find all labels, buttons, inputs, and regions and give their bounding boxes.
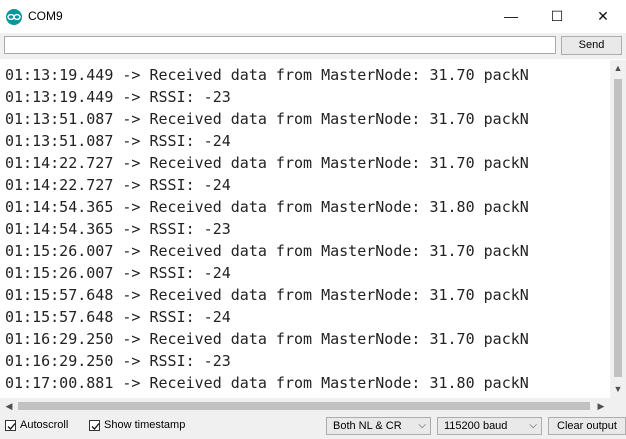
serial-output[interactable]: 01:13:19.449 -> Received data from Maste…: [0, 60, 610, 398]
scroll-up-icon[interactable]: ▲: [610, 61, 626, 75]
arduino-icon: [6, 9, 22, 25]
output-line: 01:14:54.365 -> RSSI: -23: [5, 220, 231, 238]
show-timestamp-label: Show timestamp: [104, 419, 186, 431]
scroll-left-icon[interactable]: ◀: [2, 399, 16, 413]
output-line: 01:13:51.087 -> Received data from Maste…: [5, 110, 529, 128]
maximize-icon: ☐: [550, 8, 564, 24]
horizontal-scrollbar[interactable]: ◀ ▶: [0, 398, 610, 414]
show-timestamp-checkbox[interactable]: [89, 420, 100, 431]
output-line: 01:14:22.727 -> RSSI: -24: [5, 176, 231, 194]
output-line: 01:17:00.881 -> Received data from Maste…: [5, 374, 529, 392]
checkmark-icon: [91, 423, 100, 430]
line-ending-select[interactable]: Both NL & CR ⌵: [326, 417, 431, 435]
vertical-scroll-thumb[interactable]: [614, 79, 622, 377]
output-line: 01:15:26.007 -> RSSI: -24: [5, 264, 231, 282]
send-button[interactable]: Send: [561, 36, 622, 55]
output-line: 01:14:54.365 -> Received data from Maste…: [5, 198, 529, 216]
output-line: 01:13:19.449 -> RSSI: -23: [5, 88, 231, 106]
chevron-down-icon: ⌵: [529, 420, 537, 431]
output-line: 01:15:57.648 -> Received data from Maste…: [5, 286, 529, 304]
baud-rate-select[interactable]: 115200 baud ⌵: [437, 417, 542, 435]
output-line: 01:16:29.250 -> RSSI: -23: [5, 352, 231, 370]
baud-rate-value: 115200 baud: [444, 420, 508, 432]
minimize-button[interactable]: —: [488, 0, 534, 33]
serial-input[interactable]: [4, 36, 556, 54]
maximize-button[interactable]: ☐: [534, 0, 580, 33]
autoscroll-checkbox[interactable]: [5, 420, 16, 431]
bottom-bar: Autoscroll Show timestamp Both NL & CR ⌵…: [0, 414, 626, 439]
scroll-down-icon[interactable]: ▼: [610, 382, 626, 396]
window-title: COM9: [28, 9, 63, 23]
checkmark-icon: [7, 423, 16, 430]
output-line: 01:15:57.648 -> RSSI: -24: [5, 308, 231, 326]
autoscroll-label: Autoscroll: [20, 419, 69, 431]
output-line: 01:13:19.449 -> Received data from Maste…: [5, 66, 529, 84]
scroll-right-icon[interactable]: ▶: [594, 399, 608, 413]
horizontal-scroll-thumb[interactable]: [18, 402, 590, 410]
line-ending-value: Both NL & CR: [333, 420, 402, 432]
chevron-down-icon: ⌵: [418, 420, 426, 431]
scrollbar-corner: [610, 398, 626, 414]
minimize-icon: —: [504, 8, 518, 24]
vertical-scrollbar[interactable]: ▲ ▼: [610, 60, 626, 398]
output-line: 01:15:26.007 -> Received data from Maste…: [5, 242, 529, 260]
send-row: Send: [0, 33, 626, 59]
output-line: 01:14:22.727 -> Received data from Maste…: [5, 154, 529, 172]
output-line: 01:16:29.250 -> Received data from Maste…: [5, 330, 529, 348]
close-button[interactable]: ✕: [580, 0, 626, 33]
clear-output-button[interactable]: Clear output: [548, 417, 626, 435]
close-icon: ✕: [597, 8, 609, 24]
title-bar: COM9 — ☐ ✕: [0, 0, 626, 33]
output-line: 01:13:51.087 -> RSSI: -24: [5, 132, 231, 150]
